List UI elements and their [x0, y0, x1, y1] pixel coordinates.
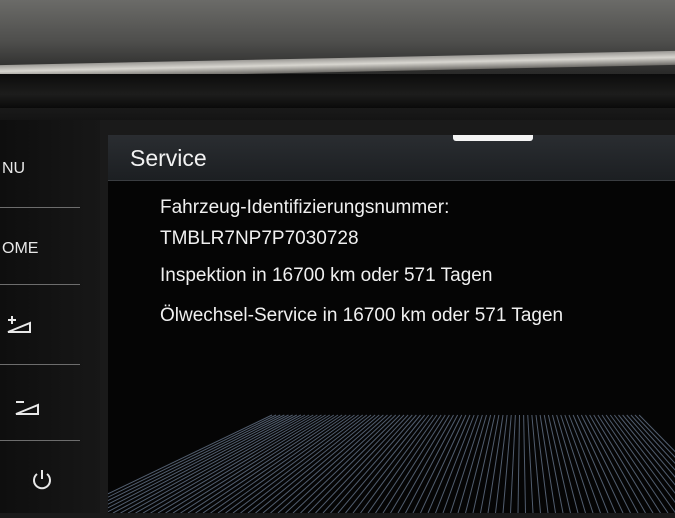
side-button-panel: NU OME [0, 120, 100, 513]
decorative-line [353, 415, 429, 513]
decorative-line [565, 415, 601, 513]
separator [0, 364, 80, 365]
decorative-line [458, 415, 487, 513]
decorative-line-pattern [108, 405, 675, 513]
vin-value: TMBLR7NP7P7030728 [160, 228, 359, 250]
home-button-label: OME [2, 240, 38, 258]
decorative-line [518, 415, 520, 513]
separator [0, 440, 80, 441]
decorative-line [248, 415, 371, 513]
decorative-line [368, 415, 437, 513]
vin-label: Fahrzeug-Identifizierungsnummer: [160, 197, 449, 219]
inspection-info: Inspektion in 16700 km oder 571 Tagen [160, 265, 492, 287]
decorative-line [496, 415, 508, 513]
power-icon [30, 468, 54, 492]
decorative-line [524, 415, 526, 513]
decorative-line [398, 415, 454, 513]
decorative-line [573, 415, 615, 513]
decorative-line [421, 415, 466, 513]
decorative-line [443, 415, 478, 513]
decorative-line [590, 415, 646, 513]
page-title: Service [130, 145, 207, 172]
decorative-line [473, 415, 495, 513]
dashboard-vent-strip [0, 74, 675, 108]
decorative-line [528, 415, 533, 513]
decorative-line [428, 415, 470, 513]
decorative-line [181, 415, 334, 513]
decorative-line [308, 415, 404, 513]
decorative-line [481, 415, 499, 513]
decorative-line [136, 415, 310, 513]
title-bar: Service [108, 135, 675, 181]
decorative-line [293, 415, 396, 513]
separator [0, 207, 80, 208]
infotainment-screen: Service Fahrzeug-Identifizierungsnummer:… [108, 135, 675, 513]
pull-down-handle[interactable] [453, 135, 533, 141]
separator [0, 284, 80, 285]
brightness-down-button[interactable] [0, 370, 82, 442]
decorative-line [532, 415, 541, 513]
decorative-line [218, 415, 355, 513]
menu-button[interactable]: NU [0, 120, 82, 192]
brightness-up-button[interactable] [0, 290, 82, 362]
power-button[interactable] [0, 446, 82, 518]
decorative-line [557, 415, 586, 513]
oil-service-info: Ölwechsel-Service in 16700 km oder 571 T… [160, 305, 563, 327]
decorative-line [598, 415, 661, 513]
decorative-line [511, 415, 516, 513]
brightness-up-icon [4, 314, 34, 336]
decorative-line [128, 415, 305, 513]
decorative-line [548, 415, 570, 513]
menu-button-label: NU [2, 160, 25, 178]
decorative-line [383, 415, 445, 513]
decorative-line [503, 415, 511, 513]
decorative-line [488, 415, 503, 513]
brightness-down-icon [12, 396, 42, 418]
decorative-line [108, 415, 293, 513]
home-button[interactable]: OME [0, 212, 82, 284]
